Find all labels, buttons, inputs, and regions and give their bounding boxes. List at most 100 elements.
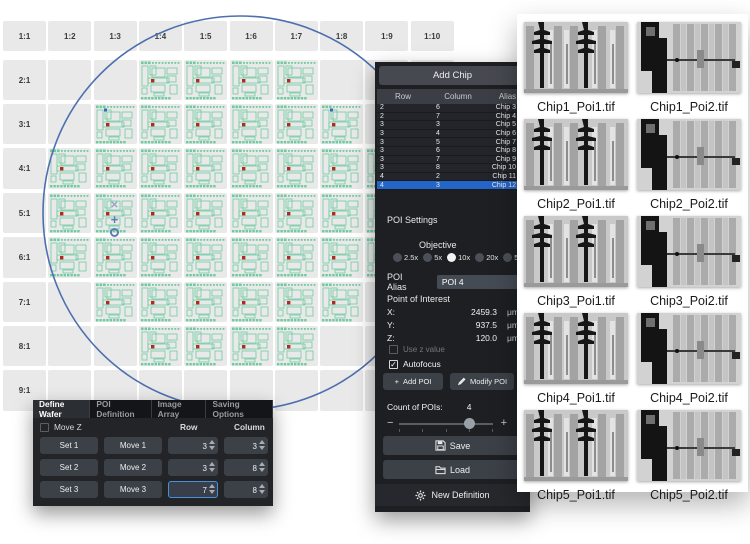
grid-cell-header[interactable]: 1:7 [275, 21, 318, 51]
move-button[interactable]: Move 1 [104, 437, 162, 454]
tab-define-wafer[interactable]: Define Wafer [33, 400, 90, 418]
objective-radio[interactable]: 10x [447, 253, 470, 262]
grid-cell[interactable] [139, 60, 182, 101]
gallery-item[interactable]: Chip5_Poi2.tif [637, 410, 741, 503]
chevron-down-icon[interactable] [259, 490, 265, 494]
autofocus-checkbox[interactable]: ✓ [389, 360, 398, 369]
grid-cell[interactable] [139, 326, 182, 367]
slider-minus-button[interactable]: − [387, 417, 393, 429]
table-row[interactable]: 33Chip 5 [377, 121, 528, 130]
grid-cell[interactable] [139, 148, 182, 189]
set-button[interactable]: Set 3 [40, 481, 98, 498]
new-definition-button[interactable]: New Definition [375, 484, 530, 506]
grid-cell[interactable] [48, 282, 91, 323]
table-row[interactable]: 26Chip 3 [377, 104, 528, 113]
chevron-down-icon[interactable] [209, 446, 215, 450]
grid-cell[interactable] [184, 104, 227, 145]
chevron-up-icon[interactable] [259, 440, 265, 444]
grid-cell-header[interactable]: 1:1 [3, 21, 46, 51]
grid-cell[interactable]: 6:1 [3, 237, 46, 278]
grid-cell[interactable] [184, 193, 227, 234]
chevron-down-icon[interactable] [209, 490, 215, 494]
circle-icon[interactable] [110, 228, 119, 237]
grid-cell[interactable] [230, 148, 273, 189]
grid-cell[interactable] [48, 148, 91, 189]
table-row[interactable]: 36Chip 8 [377, 147, 528, 156]
grid-cell[interactable] [184, 60, 227, 101]
column-spinner[interactable]: 8 [224, 481, 268, 498]
move-z-checkbox[interactable] [40, 423, 49, 432]
column-spinner[interactable]: 8 [224, 459, 268, 476]
grid-cell[interactable] [230, 237, 273, 278]
grid-cell[interactable]: 2:1 [3, 60, 46, 101]
gallery-item[interactable]: Chip4_Poi2.tif [637, 313, 741, 406]
gallery-item[interactable]: Chip1_Poi1.tif [524, 22, 628, 115]
save-button[interactable]: Save [383, 436, 522, 455]
grid-cell[interactable]: 7:1 [3, 282, 46, 323]
grid-cell-header[interactable]: 1:8 [320, 21, 363, 51]
tab-poi-definition[interactable]: POI Definition [90, 400, 151, 418]
grid-cell[interactable] [275, 60, 318, 101]
grid-cell-header[interactable]: 1:10 [411, 21, 454, 51]
table-row[interactable]: 27Chip 4 [377, 113, 528, 122]
grid-cell[interactable] [48, 237, 91, 278]
table-row[interactable]: 42Chip 11 [377, 173, 528, 182]
objective-radio[interactable]: 5x [423, 253, 442, 262]
grid-cell[interactable]: 8:1 [3, 326, 46, 367]
grid-cell[interactable] [139, 104, 182, 145]
gallery-item[interactable]: Chip1_Poi2.tif [637, 22, 741, 115]
gallery-item[interactable]: Chip5_Poi1.tif [524, 410, 628, 503]
load-button[interactable]: Load [383, 460, 522, 479]
grid-cell-header[interactable]: 1:5 [184, 21, 227, 51]
grid-cell[interactable] [139, 282, 182, 323]
set-button[interactable]: Set 1 [40, 437, 98, 454]
grid-cell[interactable] [275, 193, 318, 234]
grid-cell[interactable] [94, 148, 137, 189]
grid-cell[interactable] [230, 282, 273, 323]
row-spinner[interactable]: 7 [168, 481, 218, 498]
grid-cell[interactable] [94, 326, 137, 367]
grid-cell-header[interactable]: 1:2 [48, 21, 91, 51]
row-spinner[interactable]: 3 [168, 437, 218, 454]
grid-cell[interactable] [94, 60, 137, 101]
grid-cell[interactable] [230, 193, 273, 234]
grid-cell[interactable] [184, 282, 227, 323]
grid-cell[interactable]: 4:1 [3, 148, 46, 189]
table-row[interactable]: 38Chip 10 [377, 164, 528, 173]
grid-cell[interactable]: 3:1 [3, 104, 46, 145]
chevron-up-icon[interactable] [259, 462, 265, 466]
tab-image-array[interactable]: Image Array [152, 400, 207, 418]
grid-cell[interactable] [275, 370, 318, 411]
grid-cell-header[interactable]: 1:4 [139, 21, 182, 51]
grid-cell[interactable] [139, 237, 182, 278]
modify-poi-button[interactable]: Modify POI [450, 373, 514, 390]
slider-thumb[interactable] [464, 418, 475, 429]
grid-cell[interactable] [320, 282, 363, 323]
grid-cell[interactable] [48, 60, 91, 101]
grid-cell[interactable] [48, 193, 91, 234]
grid-cell[interactable] [184, 148, 227, 189]
grid-cell[interactable] [94, 282, 137, 323]
table-row[interactable]: 35Chip 7 [377, 138, 528, 147]
move-button[interactable]: Move 2 [104, 459, 162, 476]
grid-cell[interactable] [48, 326, 91, 367]
gallery-item[interactable]: Chip2_Poi2.tif [637, 119, 741, 212]
grid-cell-header[interactable]: 1:9 [365, 21, 408, 51]
slider-plus-button[interactable]: + [501, 417, 507, 429]
tab-saving-options[interactable]: Saving Options [206, 400, 273, 418]
objective-radio[interactable]: 20x [475, 253, 498, 262]
grid-cell[interactable] [320, 370, 363, 411]
column-spinner[interactable]: 3 [224, 437, 268, 454]
grid-cell[interactable] [184, 237, 227, 278]
grid-cell[interactable]: 5:1 [3, 193, 46, 234]
slider-track[interactable] [399, 423, 493, 425]
grid-cell[interactable] [275, 326, 318, 367]
gallery-item[interactable]: Chip4_Poi1.tif [524, 313, 628, 406]
table-row[interactable]: 43Chip 12 [377, 181, 528, 190]
grid-cell[interactable] [230, 60, 273, 101]
grid-cell-header[interactable]: 1:3 [94, 21, 137, 51]
grid-cell[interactable] [48, 104, 91, 145]
chevron-up-icon[interactable] [209, 440, 215, 444]
plus-icon[interactable]: + [111, 214, 119, 225]
grid-cell[interactable] [275, 148, 318, 189]
